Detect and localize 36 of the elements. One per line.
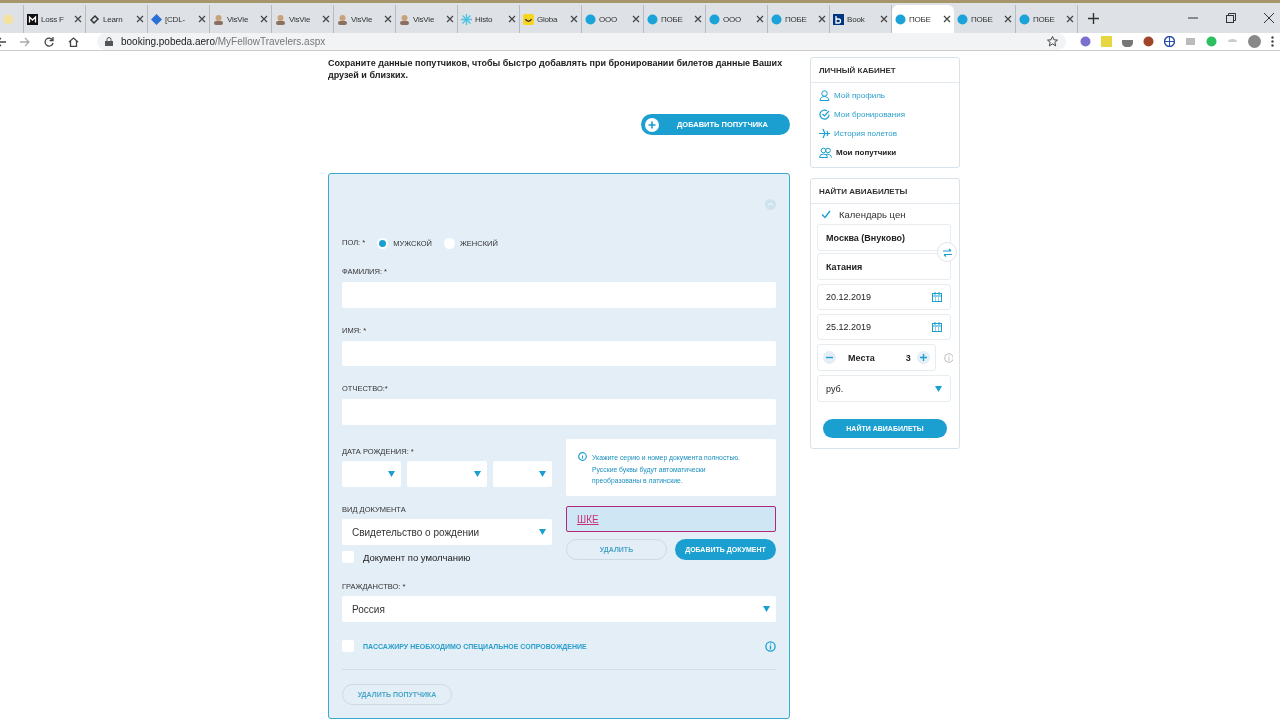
address-bar[interactable]: booking.pobeda.aero/MyFellowTravelers.aspx [97,33,1066,50]
tab-title: VisVie [227,14,250,24]
document-type-dropdown[interactable]: Свидетельство о рождении [342,519,552,546]
menu-item[interactable]: Мои попутчики [819,146,951,159]
tab-title: ПОБЕ [661,14,684,24]
tab-title: ПОБЕ [971,14,994,24]
intro-text: Сохраните данные попутчиков, чтобы быстро добавлять при бронировании билетов данные Ваших друзей и близких. [328,57,784,81]
tab-title: Loss F [41,14,65,24]
tab-title: Book [847,14,866,24]
panel-title: НАЙТИ АВИАБИЛЕТЫ [811,179,959,204]
panel-title: ЛИЧНЫЙ КАБИНЕТ [811,58,959,83]
seats-label: Места [848,352,876,363]
checkbox-label: Календарь цен [839,208,906,220]
checkbox-label: Документ по умолчанию [363,551,471,563]
tab-title: Globa [537,14,559,24]
tab-title: [CDL- [165,14,186,24]
tab-title: VisVie [351,14,374,24]
tab-title: VisVie [289,14,312,24]
tab-title: ПОБЕ [785,14,808,24]
tab-title: ПОБЕ [909,14,932,24]
tab-title: ООО [723,14,743,24]
tab-title: VisVie [413,14,436,24]
departure-field[interactable]: Москва (Внуково) [817,224,951,251]
tab-title: ООО [599,14,619,24]
tab-title: Learn [103,14,124,24]
seats-count: 3 [905,352,911,363]
browser-tab[interactable]: ПОБЕ [892,5,954,33]
citizenship-dropdown[interactable]: Россия [342,596,776,623]
document-number-field[interactable]: ШКЕ [566,506,776,533]
tab-title: Histo [475,14,494,24]
tab-title: ПОБЕ [1033,14,1056,24]
date-field[interactable]: 25.12.2019 [817,314,951,340]
arrival-field[interactable]: Катания [817,253,951,280]
date-field[interactable]: 20.12.2019 [817,284,951,310]
currency-dropdown[interactable]: руб. [817,375,951,402]
url-text: booking.pobeda.aero/MyFellowTravelers.aspx [121,36,326,47]
